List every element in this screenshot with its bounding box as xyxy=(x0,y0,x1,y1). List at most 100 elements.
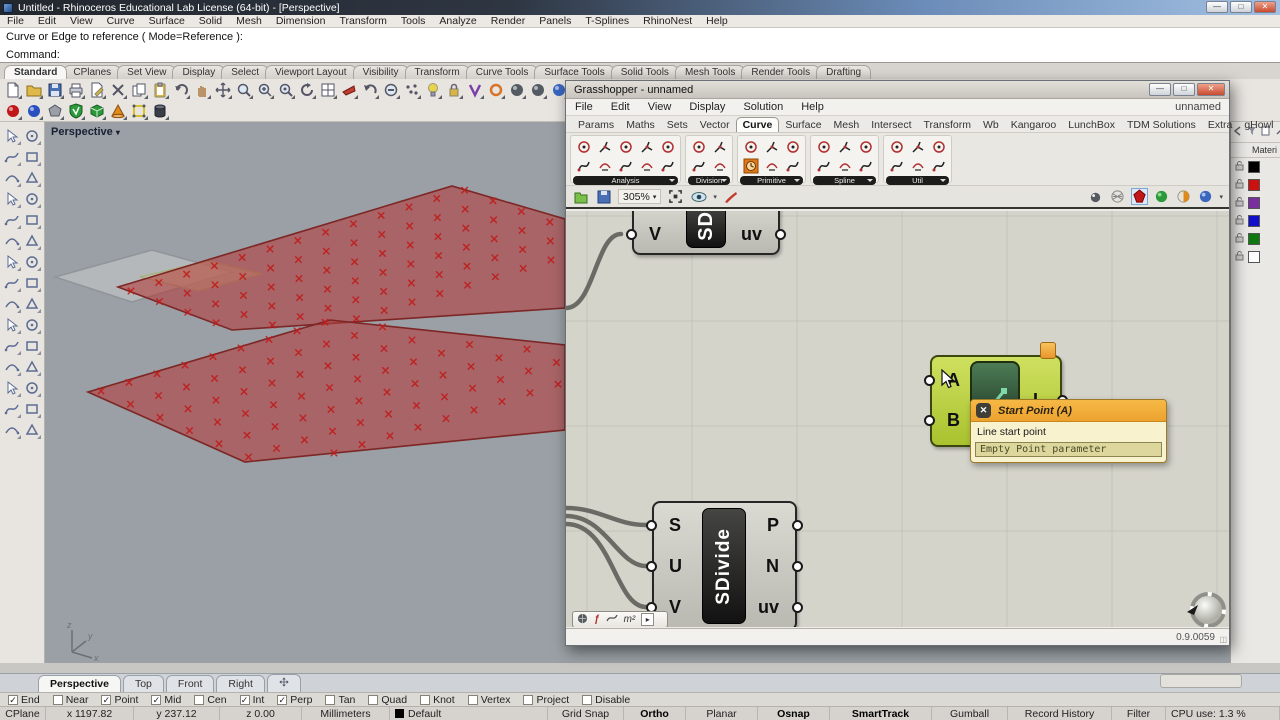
menu-tools[interactable]: Tools xyxy=(394,15,433,27)
fillet-icon[interactable] xyxy=(907,137,928,156)
layer-red-swatch[interactable] xyxy=(1248,179,1260,191)
osnap-mid-checkbox[interactable]: ✓ xyxy=(151,694,162,705)
check-tool-icon[interactable] xyxy=(2,419,22,440)
paste-icon[interactable] xyxy=(150,80,169,99)
block-tool-icon[interactable] xyxy=(2,377,22,398)
set-view-icon[interactable] xyxy=(339,80,358,99)
grasshopper-titlebar[interactable]: Grasshopper - unnamed — □ ✕ xyxy=(566,81,1229,99)
menu-surface[interactable]: Surface xyxy=(142,15,192,27)
new-file-icon[interactable] xyxy=(3,80,22,99)
osnap-cen[interactable]: Cen xyxy=(194,694,227,706)
toolbar-tab-curve-tools[interactable]: Curve Tools xyxy=(465,65,539,79)
gh-tab-ghowl[interactable]: gHowl xyxy=(1238,118,1279,132)
osnap-disable[interactable]: Disable xyxy=(582,694,630,706)
circle-icon[interactable] xyxy=(740,156,761,175)
osnap-disable-checkbox[interactable] xyxy=(582,694,593,705)
shaded-display-icon[interactable] xyxy=(1131,188,1149,205)
osnap-quad-checkbox[interactable] xyxy=(368,694,379,705)
viewport-layout-icon[interactable] xyxy=(318,80,337,99)
status-cell-3[interactable]: z 0.00 xyxy=(220,707,302,720)
lock-icon[interactable] xyxy=(1235,215,1244,227)
osnap-vertex[interactable]: Vertex xyxy=(467,694,510,706)
print-icon[interactable] xyxy=(66,80,85,99)
point-cloud-tool-icon[interactable] xyxy=(22,356,42,377)
zoom-out-icon[interactable] xyxy=(381,80,400,99)
osnap-int[interactable]: ✓ Int xyxy=(239,694,264,706)
chamfer-tool-icon[interactable] xyxy=(22,314,42,335)
osnap-near-checkbox[interactable] xyxy=(52,694,63,705)
curve-freeform-tool-icon[interactable] xyxy=(22,146,42,167)
polyline-icon[interactable] xyxy=(855,137,876,156)
layer-black-swatch[interactable] xyxy=(1248,161,1260,173)
gh-menu-view[interactable]: View xyxy=(639,101,681,113)
gh-menu-display[interactable]: Display xyxy=(680,101,734,113)
zoom-dynamic-icon[interactable] xyxy=(234,80,253,99)
custom-preview-icon[interactable] xyxy=(1175,188,1192,205)
script-widget-icon[interactable]: ƒ xyxy=(594,614,600,625)
gh-maximize-button[interactable]: □ xyxy=(1173,83,1195,96)
line-icon[interactable] xyxy=(740,137,761,156)
osnap-end-checkbox[interactable]: ✓ xyxy=(8,694,18,705)
cone-orange-icon[interactable] xyxy=(108,101,127,120)
select-points-icon[interactable] xyxy=(402,80,421,99)
toolbar-tab-transform[interactable]: Transform xyxy=(404,65,470,79)
gh-tab-transform[interactable]: Transform xyxy=(918,118,977,132)
wire-0[interactable] xyxy=(566,231,624,311)
lock-icon[interactable] xyxy=(1235,251,1244,263)
circle-tool-icon[interactable] xyxy=(2,167,22,188)
gh-component-sdivide-top[interactable]: SD Vuv xyxy=(626,211,786,255)
menu-dimension[interactable]: Dimension xyxy=(269,15,333,27)
menu-render[interactable]: Render xyxy=(484,15,532,27)
gh-tab-tdm-solutions[interactable]: TDM Solutions xyxy=(1121,118,1202,132)
input-port-A[interactable] xyxy=(924,375,935,386)
offset-curve-icon[interactable] xyxy=(886,156,907,175)
end-points-icon[interactable] xyxy=(573,137,594,156)
curve-handle-tool-icon[interactable] xyxy=(22,209,42,230)
tsplines-shield-icon[interactable] xyxy=(66,101,85,120)
gh-menu-file[interactable]: File xyxy=(566,101,602,113)
gh-menu-help[interactable]: Help xyxy=(792,101,833,113)
polygon-center-icon[interactable] xyxy=(636,137,657,156)
status-pane-record-history[interactable]: Record History xyxy=(1008,707,1112,720)
osnap-knot[interactable]: Knot xyxy=(420,694,455,706)
gh-menu-edit[interactable]: Edit xyxy=(602,101,639,113)
view-tab-perspective[interactable]: Perspective xyxy=(38,675,121,692)
green-preview-icon[interactable] xyxy=(1153,188,1170,205)
canvas-compass-widget[interactable] xyxy=(1184,588,1228,627)
lamp-icon[interactable] xyxy=(423,80,442,99)
red-slab-upper[interactable] xyxy=(115,185,566,331)
tween-curve-icon[interactable] xyxy=(855,156,876,175)
lock-icon[interactable] xyxy=(444,80,463,99)
circle-tool-icon[interactable] xyxy=(486,80,505,99)
points-box-icon[interactable] xyxy=(129,101,148,120)
export-icon[interactable] xyxy=(87,80,106,99)
line-sdl-icon[interactable] xyxy=(761,156,782,175)
status-pane-ortho[interactable]: Ortho xyxy=(624,707,686,720)
output-port-uv[interactable] xyxy=(775,229,786,240)
kinky-curve-icon[interactable] xyxy=(834,156,855,175)
menu-transform[interactable]: Transform xyxy=(332,15,393,27)
menu-edit[interactable]: Edit xyxy=(31,15,63,27)
zoom-extents-icon[interactable] xyxy=(667,188,684,205)
gh-component-sdivide[interactable]: SDivide S U V P Nuv xyxy=(646,501,803,627)
toolbar-tab-cplanes[interactable]: CPlanes xyxy=(63,65,122,79)
curve-frame-icon[interactable] xyxy=(636,156,657,175)
toolbar-tab-mesh-tools[interactable]: Mesh Tools xyxy=(674,65,746,79)
lock-icon[interactable] xyxy=(1235,179,1244,191)
view-tab-top[interactable]: Top xyxy=(122,675,164,692)
circle-cnr-icon[interactable] xyxy=(782,137,803,156)
contour-icon[interactable] xyxy=(709,156,730,175)
layer-purple-row[interactable] xyxy=(1231,194,1280,212)
status-pane-gumball[interactable]: Gumball xyxy=(932,707,1008,720)
smooth-polyline-icon[interactable] xyxy=(928,156,949,175)
render-red-sphere-icon[interactable] xyxy=(3,101,22,120)
status-pane-filter[interactable]: Filter xyxy=(1112,707,1166,720)
bezier-span-icon[interactable] xyxy=(834,137,855,156)
discontinuity-icon[interactable] xyxy=(594,156,615,175)
osnap-quad[interactable]: Quad xyxy=(368,694,407,706)
closest-point-icon[interactable] xyxy=(594,137,615,156)
surface-curve-tool-icon[interactable] xyxy=(22,230,42,251)
menu-t-splines[interactable]: T-Splines xyxy=(578,15,636,27)
ribbon-group-label-util[interactable]: Util xyxy=(886,176,949,185)
view-tab-front[interactable]: Front xyxy=(165,675,215,692)
